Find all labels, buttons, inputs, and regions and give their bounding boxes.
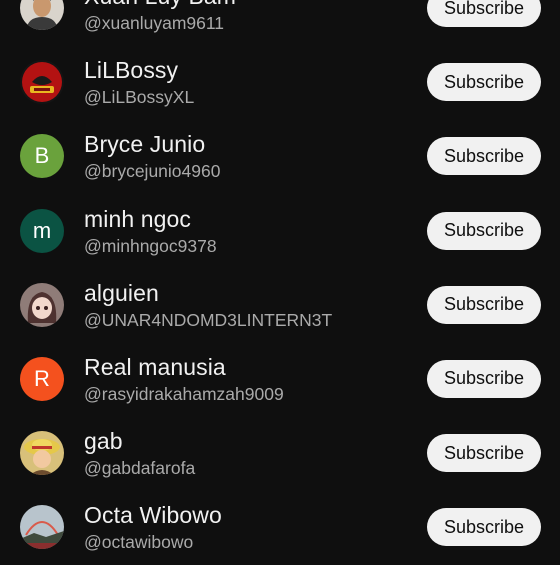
boss-logo-icon [20, 60, 64, 105]
subscribe-button[interactable]: Subscribe [427, 434, 541, 473]
subscriber-list: Xuan Luy Bam @xuanluyam9611 Subscribe Li… [0, 0, 560, 565]
avatar[interactable] [20, 431, 64, 476]
person-photo-icon [20, 0, 64, 30]
channel-handle: @minhngoc9378 [84, 235, 217, 256]
channel-name[interactable]: Bryce Junio [84, 131, 205, 158]
avatar[interactable] [20, 282, 64, 327]
avatar[interactable]: R [20, 356, 64, 401]
subscribe-button[interactable]: Subscribe [427, 359, 541, 398]
avatar[interactable] [20, 60, 64, 105]
channel-handle: @xuanluyam9611 [84, 13, 225, 33]
channel-name[interactable]: gab [84, 428, 123, 455]
channel-handle: @octawibowo [84, 532, 194, 553]
channel-handle: @brycejunio4960 [84, 161, 221, 182]
channel-name[interactable]: minh ngoc [84, 206, 191, 233]
subscribe-button[interactable]: Subscribe [427, 63, 541, 102]
channel-name[interactable]: alguien [84, 280, 159, 307]
list-item[interactable]: LiLBossy @LiLBossyXL Subscribe [0, 45, 560, 119]
subscribe-button[interactable]: Subscribe [427, 508, 541, 547]
list-item[interactable]: gab @gabdafarofa Subscribe [0, 416, 560, 490]
channel-handle: @gabdafarofa [84, 458, 196, 479]
channel-handle: @rasyidrakahamzah9009 [84, 383, 284, 404]
list-item[interactable]: alguien @UNAR4NDOMD3LINTERN3T Subscribe [0, 268, 560, 342]
channel-name[interactable]: Xuan Luy Bam [84, 0, 236, 10]
landscape-photo-icon [20, 505, 64, 550]
anime-girl-icon [20, 282, 64, 327]
subscribe-button[interactable]: Subscribe [427, 285, 541, 324]
list-item[interactable]: Octa Wibowo @octawibowo Subscribe [0, 490, 560, 564]
channel-name[interactable]: Real manusia [84, 354, 226, 381]
list-item[interactable]: m minh ngoc @minhngoc9378 Subscribe [0, 194, 560, 268]
avatar-letter: B [34, 143, 50, 169]
avatar[interactable] [20, 0, 64, 30]
avatar-letter: m [32, 217, 52, 243]
avatar-letter: R [34, 365, 50, 391]
straw-hat-character-icon [20, 431, 64, 476]
avatar[interactable]: m [20, 208, 64, 253]
avatar[interactable]: B [20, 134, 64, 179]
list-item[interactable]: R Real manusia @rasyidrakahamzah9009 Sub… [0, 342, 560, 416]
channel-name[interactable]: Octa Wibowo [84, 502, 222, 529]
list-item[interactable]: Xuan Luy Bam @xuanluyam9611 Subscribe [0, 0, 560, 45]
subscribe-button[interactable]: Subscribe [427, 211, 541, 250]
avatar[interactable] [20, 505, 64, 550]
subscribe-button[interactable]: Subscribe [427, 0, 541, 27]
channel-handle: @UNAR4NDOMD3LINTERN3T [84, 309, 333, 330]
subscribe-button[interactable]: Subscribe [427, 137, 541, 176]
channel-handle: @LiLBossyXL [84, 87, 195, 108]
list-item[interactable]: B Bryce Junio @brycejunio4960 Subscribe [0, 119, 560, 193]
channel-name[interactable]: LiLBossy [84, 57, 178, 84]
